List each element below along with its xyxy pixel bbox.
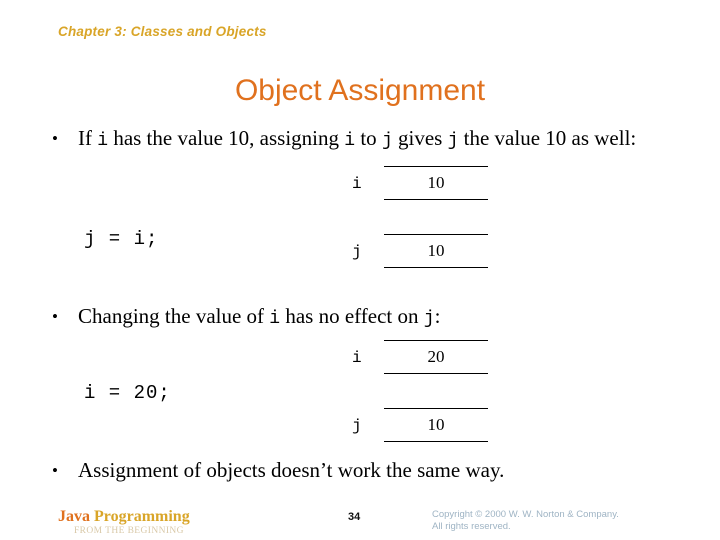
bullet-text-segment: : xyxy=(434,304,441,328)
variable-value: 10 xyxy=(427,241,445,260)
diagram-gap xyxy=(352,376,492,408)
bullet-marker: • xyxy=(52,129,58,148)
footer-subtitle: FROM THE BEGINNING xyxy=(74,526,184,536)
diagram-gap xyxy=(352,202,492,234)
inline-code-j: j xyxy=(423,309,435,329)
variable-diagram-after-assignment: i 10 j 10 xyxy=(352,166,492,270)
variable-cell: 10 xyxy=(384,166,488,200)
bullet-marker: • xyxy=(52,307,58,326)
inline-code-j: j xyxy=(447,131,459,151)
bullet-text-segment: has no effect on xyxy=(280,304,424,328)
inline-code-i: i xyxy=(344,131,356,151)
variable-diagram-after-change: i 20 j 10 xyxy=(352,340,492,444)
bullet-item: • Changing the value of i has no effect … xyxy=(52,304,662,332)
inline-code-j: j xyxy=(381,131,393,151)
variable-box: i 20 xyxy=(352,340,492,376)
footer-brand: Java Programming xyxy=(58,508,190,526)
code-line-assignment: j = i; xyxy=(84,228,159,250)
bullet-text-segment: gives xyxy=(392,126,448,150)
variable-label: j xyxy=(352,243,362,261)
variable-label: j xyxy=(352,417,362,435)
bullet-text: Changing the value of i has no effect on… xyxy=(78,304,662,332)
variable-box: j 10 xyxy=(352,408,492,444)
variable-value: 20 xyxy=(427,347,445,366)
bullet-text: Assignment of objects doesn’t work the s… xyxy=(78,458,505,482)
slide-canvas: Chapter 3: Classes and Objects Object As… xyxy=(0,0,720,540)
bullet-text-segment: has the value 10, assigning xyxy=(108,126,345,150)
code-line-reassignment: i = 20; xyxy=(84,382,171,404)
variable-value: 10 xyxy=(427,173,445,192)
brand-word-java: Java xyxy=(58,508,90,525)
bullet-item: • Assignment of objects doesn’t work the… xyxy=(52,458,662,483)
bullet-marker: • xyxy=(52,461,58,480)
variable-box: i 10 xyxy=(352,166,492,202)
brand-word-programming: Programming xyxy=(94,508,190,525)
bullet-text-segment: Changing the value of xyxy=(78,304,270,328)
page-title: Object Assignment xyxy=(234,74,486,107)
bullet-item: • If i has the value 10, assigning i to … xyxy=(52,126,662,154)
variable-cell: 10 xyxy=(384,234,488,268)
bullet-text-segment: the value 10 as well: xyxy=(458,126,637,150)
bullet-text-segment: If xyxy=(78,126,98,150)
inline-code-i: i xyxy=(97,131,109,151)
copyright-line-2: All rights reserved. xyxy=(432,521,511,532)
variable-label: i xyxy=(352,349,362,367)
copyright-line-1: Copyright © 2000 W. W. Norton & Company. xyxy=(432,509,619,520)
variable-cell: 10 xyxy=(384,408,488,442)
inline-code-i: i xyxy=(269,309,281,329)
copyright-notice: Copyright © 2000 W. W. Norton & Company.… xyxy=(432,509,619,533)
bullet-text-segment: to xyxy=(355,126,382,150)
variable-label: i xyxy=(352,175,362,193)
bullet-text: If i has the value 10, assigning i to j … xyxy=(78,126,662,154)
page-number: 34 xyxy=(348,511,361,523)
chapter-header: Chapter 3: Classes and Objects xyxy=(58,24,267,39)
variable-cell: 20 xyxy=(384,340,488,374)
variable-value: 10 xyxy=(427,415,445,434)
variable-box: j 10 xyxy=(352,234,492,270)
